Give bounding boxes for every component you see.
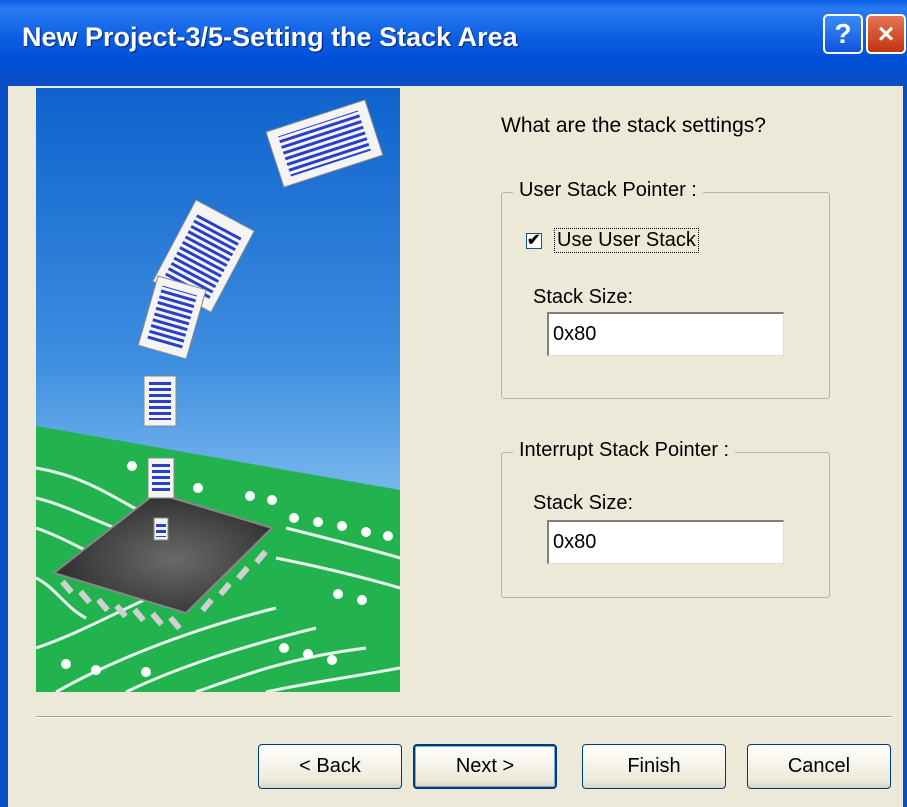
window-frame-left (0, 86, 8, 807)
checkmark-icon: ✔ (527, 232, 541, 249)
help-icon: ? (834, 18, 852, 49)
finish-button-label: Finish (627, 755, 681, 777)
interrupt-stack-size-label: Stack Size: (533, 492, 634, 514)
window-title: New Project-3/5-Setting the Stack Area (22, 22, 518, 52)
back-button[interactable]: < Back (258, 744, 402, 789)
button-separator (36, 716, 892, 718)
stack-settings-prompt: What are the stack settings? (501, 114, 766, 137)
next-button[interactable]: Next > (413, 744, 557, 789)
user-stack-legend: User Stack Pointer : (513, 179, 703, 202)
wizard-illustration (36, 88, 400, 692)
finish-button[interactable]: Finish (582, 744, 726, 789)
next-button-label: Next > (455, 755, 515, 777)
wizard-window: New Project-3/5-Setting the Stack Area ?… (0, 0, 907, 807)
use-user-stack-checkbox[interactable]: ✔ (526, 232, 542, 249)
close-icon: × (877, 18, 895, 49)
use-user-stack-label[interactable]: Use User Stack (554, 228, 699, 253)
window-frame-right (903, 86, 907, 807)
close-button[interactable]: × (866, 14, 906, 54)
cancel-button-label: Cancel (787, 755, 851, 777)
interrupt-stack-size-input[interactable]: 0x80 (547, 520, 784, 564)
title-bar[interactable]: New Project-3/5-Setting the Stack Area ?… (0, 0, 907, 86)
interrupt-stack-legend: Interrupt Stack Pointer : (513, 439, 736, 462)
back-button-label: < Back (299, 755, 361, 777)
user-stack-size-input[interactable]: 0x80 (547, 312, 784, 356)
help-button[interactable]: ? (823, 14, 863, 54)
user-stack-size-label: Stack Size: (533, 286, 634, 308)
cancel-button[interactable]: Cancel (747, 744, 891, 789)
